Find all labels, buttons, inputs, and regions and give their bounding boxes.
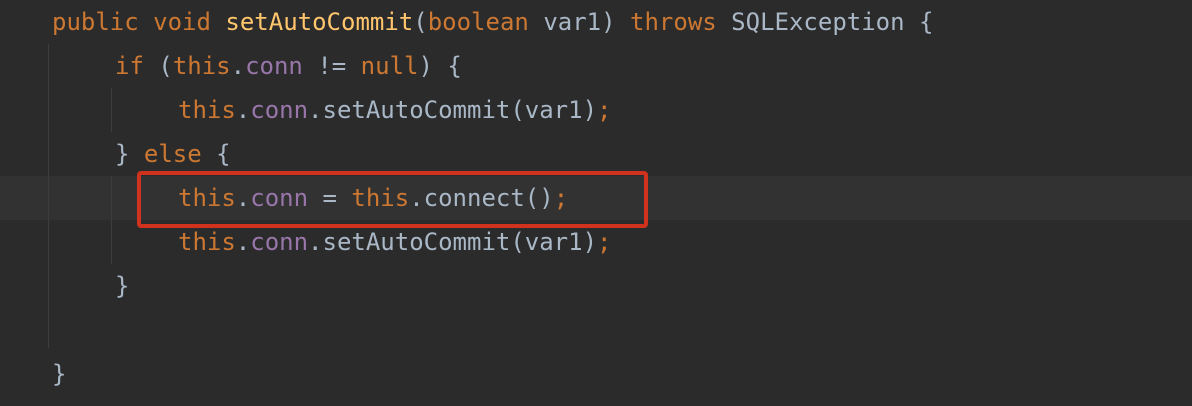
code-line-9[interactable]: }: [52, 352, 66, 396]
dot: .: [235, 96, 251, 124]
keyword-this: this: [178, 96, 236, 124]
code-line-4[interactable]: } else {: [115, 132, 231, 176]
dot: .: [235, 228, 251, 256]
field-conn: conn: [245, 52, 303, 80]
field-conn: conn: [250, 228, 309, 256]
indent-guide-if: [111, 88, 112, 132]
code-line-1[interactable]: public void setAutoCommit(boolean var1) …: [52, 0, 933, 44]
code-line-7[interactable]: }: [115, 264, 129, 308]
method-name: setAutoCommit: [225, 8, 414, 36]
paren-open: (: [158, 52, 173, 80]
indent-guide-else: [111, 176, 112, 264]
red-highlight-box: [137, 171, 648, 228]
code-line-2[interactable]: if (this.conn != null) {: [115, 44, 462, 88]
brace-close: }: [52, 360, 67, 388]
keyword-boolean: boolean: [427, 8, 529, 36]
keyword-void: void: [153, 8, 211, 36]
semicolon: ;: [597, 228, 612, 256]
paren-close-brace: ) {: [418, 52, 462, 80]
brace-open: {: [216, 140, 231, 168]
keyword-public: public: [52, 8, 139, 36]
keyword-throws: throws: [630, 8, 717, 36]
method-call: .setAutoCommit(var1): [308, 96, 598, 124]
keyword-this: this: [178, 228, 236, 256]
keyword-if: if: [115, 52, 144, 80]
brace-close: }: [115, 140, 130, 168]
method-call: .setAutoCommit(var1): [308, 228, 598, 256]
paren-open: (: [413, 8, 428, 36]
keyword-else: else: [143, 140, 202, 168]
field-conn: conn: [250, 96, 309, 124]
brace-close: }: [115, 272, 130, 300]
dot: .: [230, 52, 246, 80]
code-line-3[interactable]: this.conn.setAutoCommit(var1);: [178, 88, 611, 132]
indent-guide-method: [48, 44, 49, 348]
operator-not-equal: !=: [317, 52, 347, 80]
parameter: var1): [543, 8, 616, 36]
keyword-null: null: [360, 52, 419, 80]
semicolon: ;: [597, 96, 612, 124]
keyword-this: this: [172, 52, 231, 80]
exception-type: SQLException {: [731, 8, 934, 36]
code-editor[interactable]: public void setAutoCommit(boolean var1) …: [0, 0, 1192, 406]
